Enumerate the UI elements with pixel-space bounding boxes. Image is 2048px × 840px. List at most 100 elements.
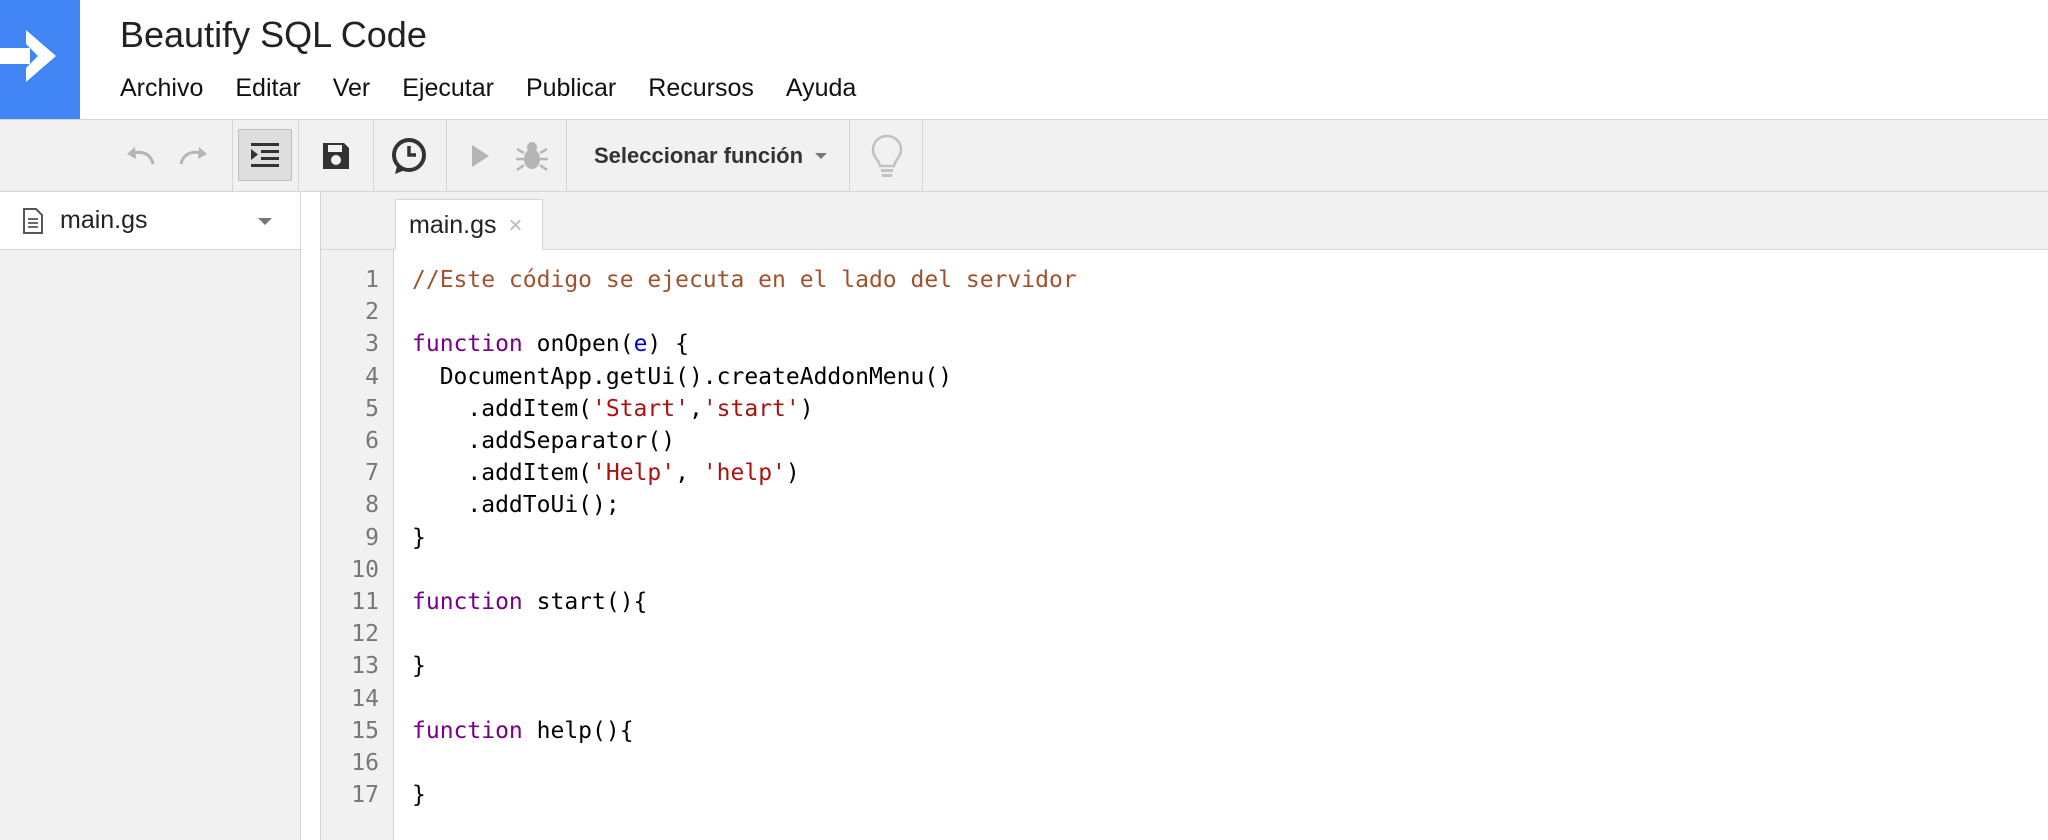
line-number: 14 [351, 685, 379, 712]
function-select[interactable]: Seleccionar función [594, 120, 828, 192]
sidebar-splitter[interactable] [300, 192, 320, 840]
app-header: Beautify SQL Code Archivo Editar Ver Eje… [0, 0, 2048, 119]
line-number: 4 [365, 363, 379, 390]
line-number: 16 [351, 750, 379, 776]
run-icon [472, 145, 489, 167]
file-sidebar: main.gs [0, 192, 300, 840]
line-number: 12 [351, 621, 379, 648]
code-token: .addItem( [412, 460, 593, 487]
line-number: 1 [365, 267, 379, 293]
run-button[interactable] [462, 138, 498, 174]
menu-ver[interactable]: Ver [333, 70, 371, 106]
code-token: function [412, 717, 523, 744]
line-number: 13 [351, 653, 379, 680]
triggers-clock-icon [392, 138, 426, 174]
code-token: e [633, 331, 648, 358]
code-token: 'help' [702, 460, 786, 487]
code-line[interactable]: .addItem('Help', 'help') [412, 457, 799, 489]
chevron-down-icon[interactable] [258, 218, 272, 225]
menu-editar[interactable]: Editar [235, 70, 300, 106]
code-token: 'Help' [592, 460, 676, 487]
line-number: 15 [351, 717, 379, 744]
menu-archivo[interactable]: Archivo [120, 70, 203, 106]
code-line[interactable]: .addSeparator() [412, 425, 675, 457]
line-number: 9 [365, 524, 379, 551]
toolbar-divider [232, 120, 233, 192]
file-item-main-gs[interactable]: main.gs [0, 192, 300, 250]
tab-main-gs[interactable]: main.gs × [395, 199, 543, 251]
toolbar-divider [446, 120, 447, 192]
lightbulb-icon [871, 134, 903, 177]
code-token: onOpen( [522, 331, 634, 358]
code-line[interactable]: DocumentApp.getUi().createAddonMenu() [412, 361, 952, 393]
code-token: function [412, 331, 523, 358]
line-number: 2 [365, 299, 379, 326]
code-line[interactable]: .addToUi(); [412, 489, 620, 521]
toolbar-divider [849, 120, 850, 192]
function-select-label: Seleccionar función [594, 143, 804, 168]
indent-icon [251, 143, 279, 167]
code-token: .addItem( [412, 395, 593, 422]
debug-bug-icon [516, 142, 548, 172]
code-token: , [675, 460, 703, 487]
toolbar-divider [922, 120, 923, 192]
code-token: 'start' [702, 395, 800, 422]
menu-recursos[interactable]: Recursos [648, 70, 754, 106]
line-number: 11 [351, 589, 379, 615]
app-logo[interactable] [0, 0, 80, 119]
save-icon [323, 143, 349, 169]
line-number: 5 [365, 395, 379, 422]
menu-ayuda[interactable]: Ayuda [786, 70, 856, 106]
chevron-down-icon [815, 153, 828, 159]
editor-tabstrip: main.gs × [320, 192, 2048, 251]
code-token: } [412, 653, 426, 680]
toolbar: Seleccionar función [0, 119, 2048, 192]
undo-button[interactable] [120, 138, 160, 174]
toolbar-divider [566, 120, 567, 192]
code-line[interactable]: function start(){ [412, 586, 647, 618]
save-button[interactable] [312, 134, 360, 178]
code-token: DocumentApp.getUi().createAddonMenu() [412, 363, 953, 390]
line-number-gutter: 1 2 3 4 5 6 7 8 9 10 11 12 13 14 15 16 17 [320, 250, 394, 840]
code-line[interactable]: function onOpen(e) { [412, 328, 689, 360]
line-number: 6 [365, 428, 379, 454]
line-number: 17 [351, 782, 379, 809]
tab-label: main.gs [409, 211, 497, 239]
redo-icon [179, 147, 207, 165]
menu-ejecutar[interactable]: Ejecutar [402, 70, 494, 106]
code-token: ) { [647, 331, 689, 358]
code-token: .addSeparator() [412, 428, 676, 454]
suggestions-button[interactable] [862, 132, 912, 180]
code-line[interactable]: } [412, 779, 426, 811]
code-token: help(){ [522, 717, 634, 744]
code-token: } [412, 524, 426, 551]
code-line[interactable]: //Este código se ejecuta en el lado del … [412, 264, 1077, 296]
code-editor[interactable]: 1 2 3 4 5 6 7 8 9 10 11 12 13 14 15 16 17 //Este código … [320, 250, 2048, 840]
menu-publicar[interactable]: Publicar [526, 70, 616, 106]
code-token: start(){ [522, 589, 648, 615]
line-number: 3 [365, 331, 379, 358]
document-icon [23, 207, 43, 234]
app-title[interactable]: Beautify SQL Code [120, 14, 427, 56]
code-line[interactable]: } [412, 522, 426, 554]
code-token: ) [799, 395, 814, 422]
code-token: 'Start' [592, 395, 689, 422]
code-token: } [412, 782, 426, 809]
code-line[interactable]: } [412, 650, 426, 682]
redo-button[interactable] [174, 138, 214, 174]
debug-button[interactable] [510, 136, 554, 176]
file-name: main.gs [60, 206, 148, 234]
line-number: 10 [351, 556, 379, 583]
line-number: 7 [365, 460, 379, 487]
code-token: function [412, 589, 523, 615]
triggers-button[interactable] [384, 132, 434, 180]
arrow-right-icon [0, 30, 56, 82]
indent-button[interactable] [238, 129, 292, 181]
toolbar-divider [373, 120, 374, 192]
code-token: , [688, 395, 703, 422]
code-line[interactable]: .addItem('Start','start') [412, 393, 814, 425]
close-icon[interactable]: × [509, 213, 523, 238]
code-line[interactable]: function help(){ [412, 715, 634, 747]
code-token: .addToUi(); [412, 492, 620, 519]
menu-bar: Archivo Editar Ver Ejecutar Publicar Rec… [120, 70, 888, 106]
